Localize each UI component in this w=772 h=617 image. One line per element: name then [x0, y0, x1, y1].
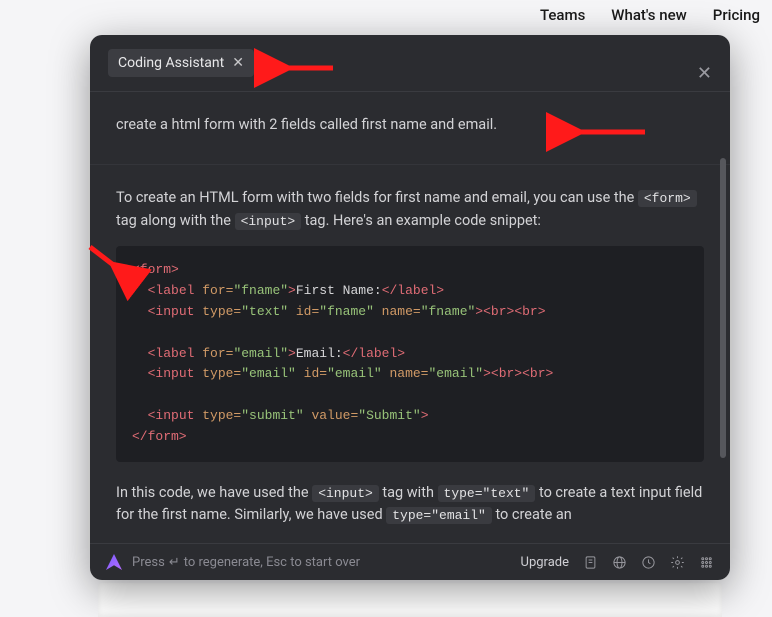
code-tag: > [288, 346, 296, 361]
inline-tag-input2: <input> [312, 485, 379, 502]
text: Press [132, 555, 165, 570]
grid-menu-icon[interactable] [699, 555, 714, 570]
page-top-nav: Teams What's new Pricing [540, 6, 760, 24]
code-tag: > [483, 366, 491, 381]
app-logo-icon [106, 554, 122, 570]
code-tag: <br><br> [483, 304, 545, 319]
tab-chip-coding-assistant[interactable]: Coding Assistant ✕ [108, 49, 254, 77]
globe-icon[interactable] [612, 555, 627, 570]
nav-whatsnew[interactable]: What's new [611, 6, 686, 24]
code-tag: > [421, 408, 429, 423]
code-str: "fname" [421, 304, 476, 319]
panel-header: Coding Assistant ✕ ✕ [90, 35, 730, 87]
code-str: "fname" [319, 304, 374, 319]
code-tag: </label> [343, 346, 405, 361]
code-attr: type= [202, 304, 241, 319]
panel-body: create a html form with 2 fields called … [90, 92, 730, 543]
code-attr: name= [382, 366, 429, 381]
inline-tag-input: <input> [235, 213, 302, 230]
code-attr: id= [288, 304, 319, 319]
text: to create an [495, 506, 571, 523]
clock-icon[interactable] [641, 555, 656, 570]
footer-actions: Upgrade [521, 555, 714, 570]
inline-tag-type-text: type="text" [438, 485, 536, 502]
text: to regenerate, Esc to start over [184, 555, 360, 570]
code-str: "email" [428, 366, 483, 381]
code-str: "Submit" [358, 408, 420, 423]
code-tag: <label [148, 283, 203, 298]
code-tag: <label [148, 346, 203, 361]
footer-hint: Press ↵ to regenerate, Esc to start over [132, 555, 360, 570]
code-tag: > [288, 283, 296, 298]
text: tag along with the [116, 212, 235, 229]
nav-pricing[interactable]: Pricing [713, 6, 760, 24]
code-attr: id= [296, 366, 327, 381]
code-attr: type= [202, 408, 241, 423]
code-attr: name= [374, 304, 421, 319]
code-text: First Name: [296, 283, 382, 298]
inline-tag-form: <form> [638, 190, 697, 207]
code-str: "text" [241, 304, 288, 319]
code-attr: type= [202, 366, 241, 381]
gear-icon[interactable] [670, 555, 685, 570]
tab-chip-label: Coding Assistant [118, 55, 224, 71]
code-snippet[interactable]: <form> <label for="fname">First Name:</l… [116, 246, 704, 461]
background-card [98, 583, 722, 617]
code-tag: <input [148, 304, 203, 319]
code-str: "fname" [233, 283, 288, 298]
panel-footer: Press ↵ to regenerate, Esc to start over… [90, 543, 730, 580]
scrollbar-thumb[interactable] [720, 158, 726, 458]
code-attr: for= [202, 346, 233, 361]
code-tag: > [475, 304, 483, 319]
nav-teams[interactable]: Teams [540, 6, 585, 24]
text: To create an HTML form with two fields f… [116, 189, 638, 206]
code-tag: <form> [132, 262, 179, 277]
code-str: "email" [233, 346, 288, 361]
code-attr: for= [202, 283, 233, 298]
inline-tag-type-email: type="email" [386, 507, 492, 524]
code-tag: <br><br> [491, 366, 553, 381]
response-outro: In this code, we have used the <input> t… [116, 482, 704, 527]
prompt-divider [90, 164, 730, 165]
code-attr: value= [304, 408, 359, 423]
code-tag: <input [148, 366, 203, 381]
code-tag: </label> [382, 283, 444, 298]
code-tag: <input [148, 408, 203, 423]
response-intro: To create an HTML form with two fields f… [116, 187, 704, 232]
assistant-panel: Coding Assistant ✕ ✕ create a html form … [90, 35, 730, 580]
text: In this code, we have used the [116, 484, 312, 501]
code-text: Email: [296, 346, 343, 361]
code-str: "submit" [241, 408, 303, 423]
panel-close-icon[interactable]: ✕ [697, 63, 712, 84]
assistant-response: To create an HTML form with two fields f… [116, 187, 704, 526]
code-str: "email" [241, 366, 296, 381]
document-icon[interactable] [583, 555, 598, 570]
upgrade-link[interactable]: Upgrade [521, 555, 569, 570]
code-tag: </form> [132, 429, 187, 444]
tab-chip-close-icon[interactable]: ✕ [232, 56, 244, 70]
user-prompt-text: create a html form with 2 fields called … [116, 114, 704, 136]
text: tag with [382, 484, 437, 501]
enter-key-icon: ↵ [169, 555, 180, 570]
code-str: "email" [327, 366, 382, 381]
text: tag. Here's an example code snippet: [305, 212, 541, 229]
